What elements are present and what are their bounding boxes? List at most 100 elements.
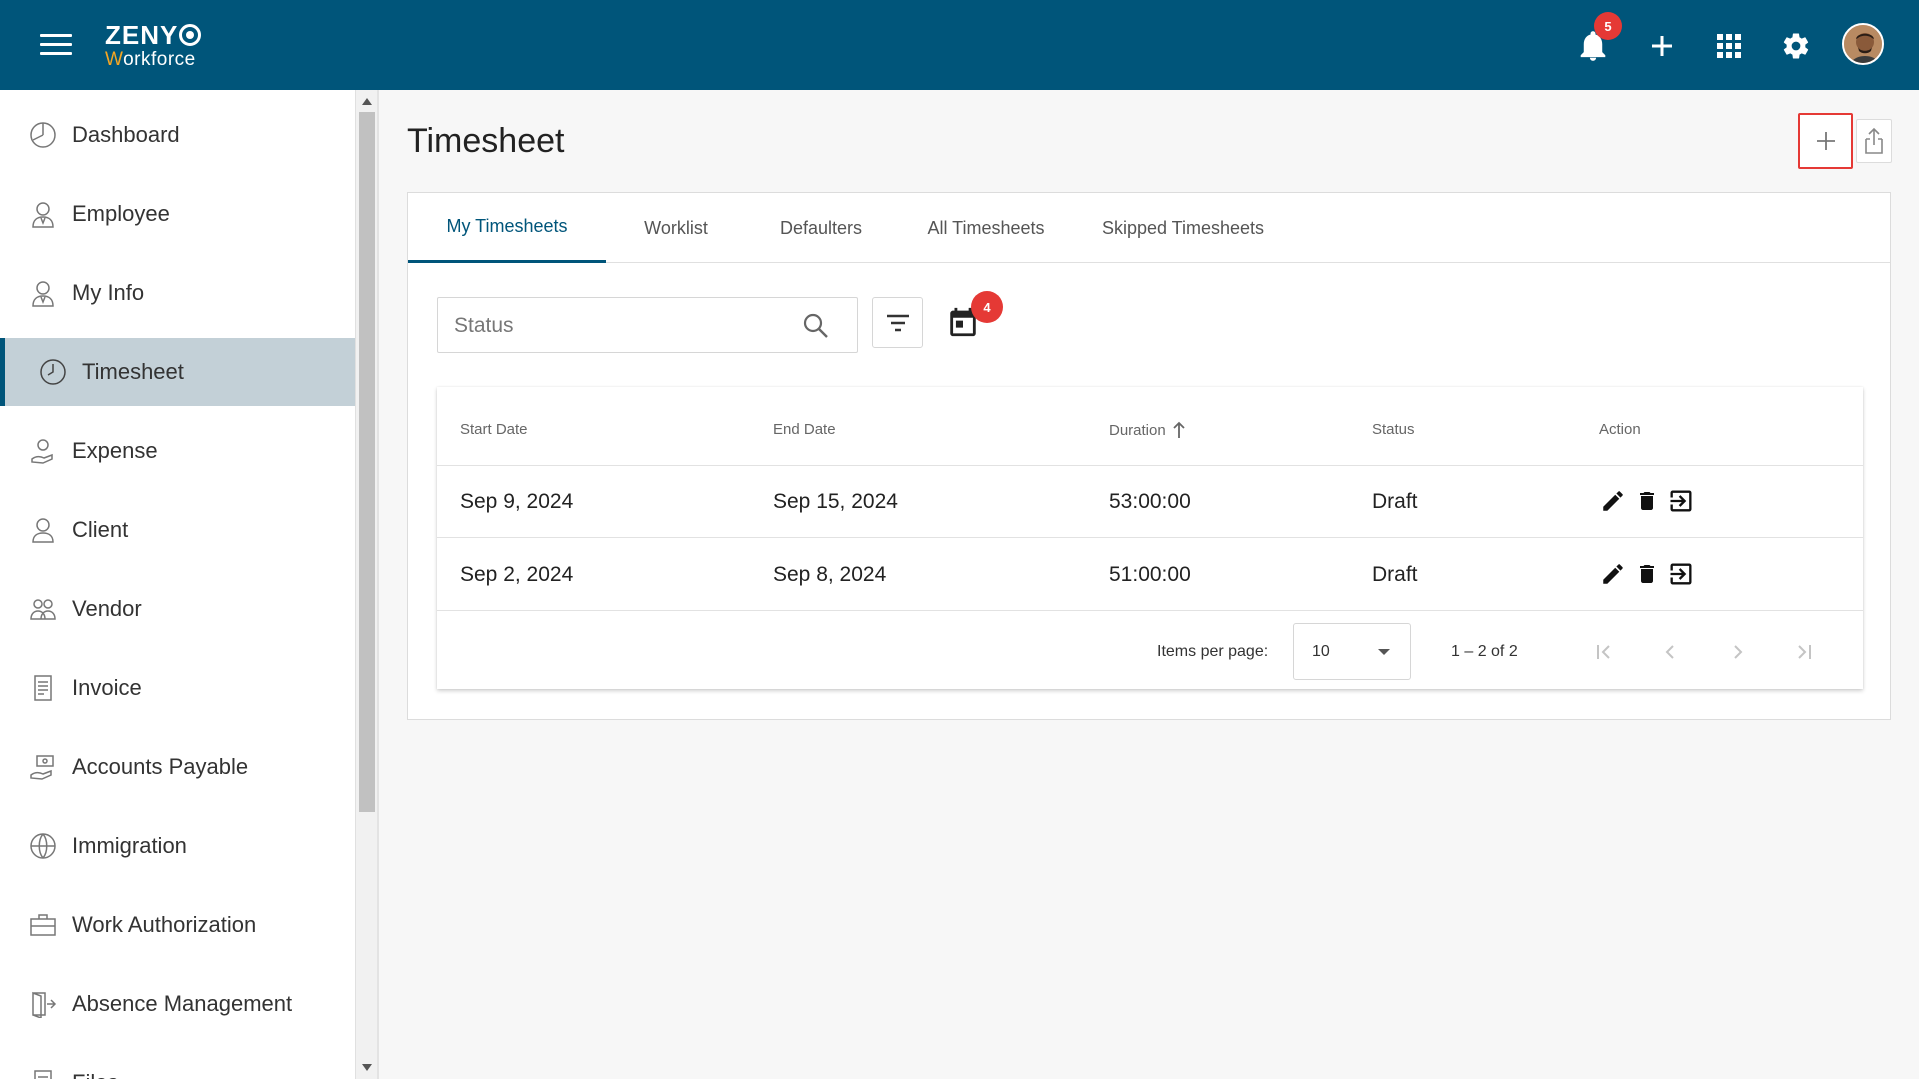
briefcase-icon [28,910,58,940]
column-header-duration-label: Duration [1109,421,1166,439]
cell-start-date: Sep 2, 2024 [460,563,574,586]
tab-worklist[interactable]: Worklist [606,193,746,263]
edit-icon[interactable] [1599,560,1627,588]
sidebar-scrollbar[interactable] [355,90,377,1079]
scrollbar-thumb[interactable] [359,112,375,812]
files-icon [28,1068,58,1079]
row-divider [437,610,1863,611]
sidebar-item-accounts-payable[interactable]: Accounts Payable [0,733,355,801]
notifications-button[interactable]: 5 [1573,12,1622,66]
scroll-down-arrow-icon[interactable] [362,1064,372,1071]
sidebar-item-label: Vendor [72,596,142,621]
add-button[interactable] [1642,26,1682,66]
tab-my-timesheets[interactable]: My Timesheets [408,193,606,263]
sidebar-item-files[interactable]: Files [0,1049,355,1079]
chevron-down-icon [1378,649,1390,655]
settings-button[interactable] [1776,26,1816,66]
sidebar-item-invoice[interactable]: Invoice [0,654,355,722]
calendar-button[interactable]: 4 [938,291,1003,347]
apps-button[interactable] [1709,26,1749,66]
column-header-duration[interactable]: Duration [1109,421,1186,439]
sidebar-item-timesheet[interactable]: Timesheet [0,338,355,406]
my-info-icon [28,278,58,308]
sidebar-item-label: Immigration [72,833,187,858]
invoice-icon [28,673,58,703]
sidebar-item-client[interactable]: Client [0,496,355,564]
row-actions [1599,487,1695,515]
add-timesheet-button[interactable] [1798,113,1853,169]
submit-icon[interactable] [1667,487,1695,515]
search-icon[interactable] [803,313,829,344]
sidebar-item-label: Dashboard [72,122,180,147]
sidebar-item-label: Employee [72,201,170,226]
sidebar-item-immigration[interactable]: Immigration [0,812,355,880]
cell-duration: 51:00:00 [1109,563,1191,586]
sidebar-item-absence-management[interactable]: Absence Management [0,970,355,1038]
gear-icon [1783,33,1809,59]
sidebar-item-work-authorization[interactable]: Work Authorization [0,891,355,959]
last-page-button[interactable] [1789,637,1819,667]
pagination-range: 1 – 2 of 2 [1451,643,1518,660]
top-app-bar: ZENY Workforce 5 [0,0,1919,90]
share-export-icon [1865,127,1883,154]
sidebar-item-label: Expense [72,438,158,463]
sidebar-item-vendor[interactable]: Vendor [0,575,355,643]
timesheet-table: Start Date End Date Duration Status Acti… [437,387,1863,689]
timesheet-tabs: My Timesheets Worklist Defaulters All Ti… [408,193,1890,263]
apps-grid-icon [1717,34,1741,58]
scroll-up-arrow-icon[interactable] [362,98,372,105]
cell-status: Draft [1372,490,1418,513]
sidebar-item-label: Timesheet [82,359,184,384]
globe-icon [28,831,58,861]
column-header-status[interactable]: Status [1372,421,1415,438]
page-title: Timesheet [407,122,565,160]
filter-icon [886,314,909,331]
submit-icon[interactable] [1667,560,1695,588]
dashboard-icon [28,120,58,150]
cell-end-date: Sep 15, 2024 [773,490,898,513]
column-header-end-date[interactable]: End Date [773,421,836,438]
accounts-payable-icon [28,752,58,782]
status-search-input[interactable] [454,310,794,342]
cell-status: Draft [1372,563,1418,586]
page-size-select[interactable]: 10 [1293,623,1411,680]
first-page-icon [1597,645,1610,659]
filter-button[interactable] [872,297,923,348]
next-page-button[interactable] [1723,637,1753,667]
zenyo-workforce-logo[interactable]: ZENY Workforce [105,22,202,69]
cell-duration: 53:00:00 [1109,490,1191,513]
export-button[interactable] [1856,119,1892,163]
tab-all-timesheets[interactable]: All Timesheets [896,193,1076,263]
sidebar-item-my-info[interactable]: My Info [0,259,355,327]
cell-end-date: Sep 8, 2024 [773,563,887,586]
sidebar-item-expense[interactable]: Expense [0,417,355,485]
notification-count-badge: 5 [1594,12,1622,40]
row-divider [437,465,1863,466]
plus-icon [1652,36,1672,56]
column-header-start-date[interactable]: Start Date [460,421,528,438]
row-actions [1599,560,1695,588]
vendor-icon [28,594,58,624]
sidebar-item-employee[interactable]: Employee [0,180,355,248]
items-per-page-label: Items per page: [1157,643,1269,660]
plus-icon [1816,132,1835,150]
chevron-left-icon [1665,645,1674,659]
previous-page-button[interactable] [1655,637,1685,667]
timesheet-card: My Timesheets Worklist Defaulters All Ti… [407,192,1891,720]
sidebar-divider [377,90,379,1079]
sidebar-nav: Dashboard Employee My Info Timesheet Exp… [0,90,355,1079]
page-size-value: 10 [1312,643,1330,660]
sidebar-item-label: My Info [72,280,145,305]
sidebar-item-label: Work Authorization [72,912,257,937]
expense-icon [28,436,58,466]
sidebar-item-label: Accounts Payable [72,754,249,779]
menu-icon[interactable] [40,34,72,58]
first-page-button[interactable] [1589,637,1619,667]
edit-icon[interactable] [1599,487,1627,515]
sidebar-item-dashboard[interactable]: Dashboard [0,101,355,169]
delete-icon[interactable] [1633,487,1661,515]
tab-skipped-timesheets[interactable]: Skipped Timesheets [1076,193,1290,263]
delete-icon[interactable] [1633,560,1661,588]
user-avatar[interactable] [1842,23,1884,65]
tab-defaulters[interactable]: Defaulters [746,193,896,263]
